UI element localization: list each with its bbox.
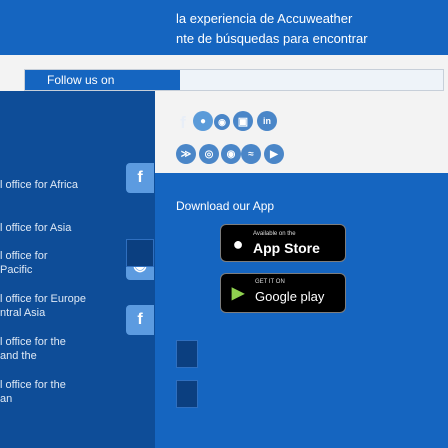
regional-office-link[interactable]: an [0,392,125,406]
page: la experiencia de Accuweather nte de bús… [0,0,448,448]
app-store-big-text: App Store [253,240,320,256]
regional-office-link[interactable]: l office for [0,249,125,263]
regional-office-link[interactable]: l office for Europe [0,292,125,306]
regional-office-link[interactable]: ntral Asia [0,306,125,320]
region-badge [126,239,154,267]
regional-office-link[interactable]: l office for Asia [0,221,125,235]
google-play-badge[interactable]: ▶ GET IT ON Google play [220,273,346,313]
banner-text-line-1: la experiencia de Accuweather [176,11,353,26]
github-icon[interactable]: ◉ [221,144,241,164]
regional-office-link[interactable]: Pacific [0,263,125,277]
follow-us-box: Follow us on [24,69,444,91]
apple-icon: ● [232,233,244,254]
instagram-icon[interactable]: ▣ [233,111,253,131]
rss-feed-icon[interactable]: ≫ [176,144,196,164]
google-play-icon: ▶ [231,285,245,302]
rss-icon[interactable]: ◉ [214,114,230,130]
app-store-small-text: Available on the [253,231,296,237]
regional-offices-column: f ◉ f l office for Africa l office for A… [0,91,155,448]
youtube-icon[interactable]: ▶ [264,144,284,164]
google-play-small-text: GET IT ON [255,279,285,285]
follow-us-label: Follow us on [25,70,180,90]
slideshare-icon[interactable]: ◎ [199,144,219,164]
facebook-icon[interactable]: f [176,112,190,134]
banner-text-line-2: nte de búsquedas para encontrar [176,31,368,46]
flickr-icon[interactable]: ● [193,111,213,131]
region-badge [176,340,198,368]
app-store-badge[interactable]: ● Available on the App Store [220,224,346,262]
regional-office-link[interactable]: and the [0,349,125,363]
download-app-label: Download our App [176,199,275,213]
spotify-icon[interactable]: ≈ [241,144,261,164]
facebook-side-icon[interactable]: f [126,163,154,193]
regional-office-link[interactable]: l office for Africa [0,178,125,192]
linkedin-icon[interactable]: in [257,111,277,131]
regional-office-link[interactable]: l office for the [0,378,125,392]
search-banner: la experiencia de Accuweather nte de bús… [0,0,448,55]
google-play-big-text: Google play [255,289,325,304]
regional-office-link[interactable]: l office for the [0,335,125,349]
facebook-side-icon-2[interactable]: f [126,305,154,335]
region-badge [176,380,198,408]
